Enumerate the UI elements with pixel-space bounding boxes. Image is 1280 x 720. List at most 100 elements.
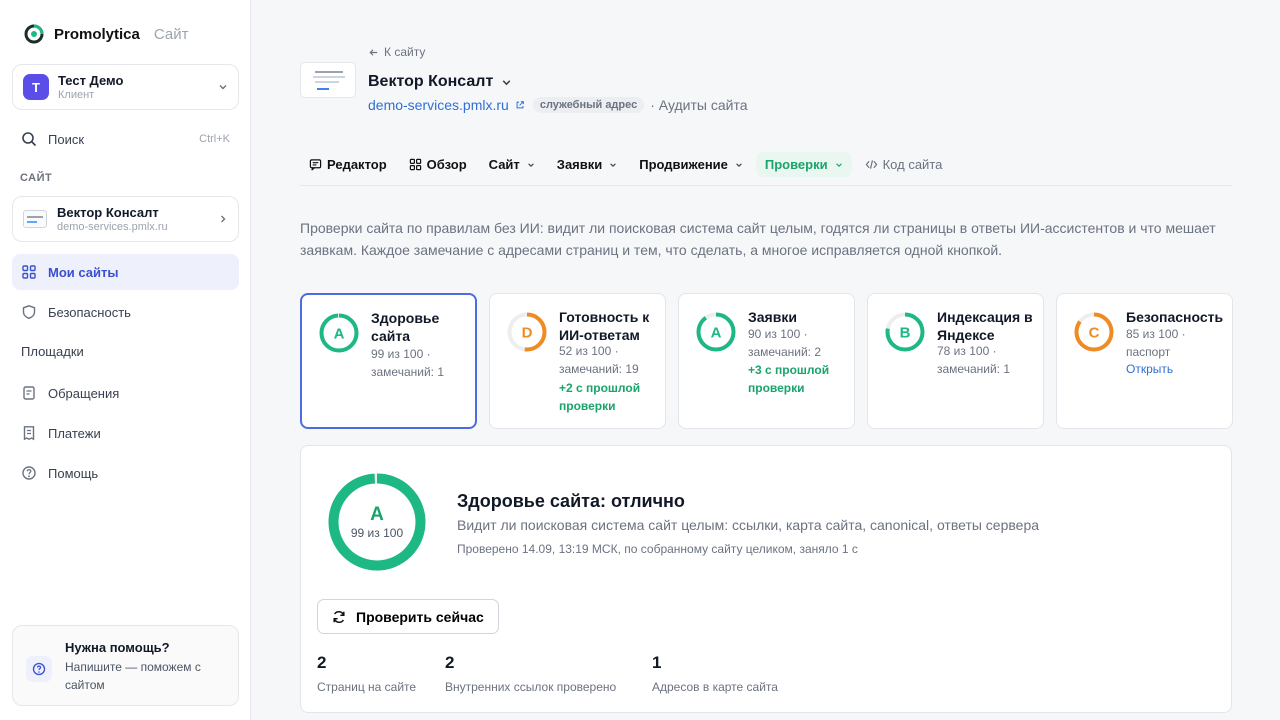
editor-icon <box>309 159 322 171</box>
stat-label: Внутренних ссылок проверено <box>445 680 617 694</box>
chevron-down-icon <box>835 162 842 167</box>
card-issues: замечаний: 1 <box>937 362 1011 376</box>
site-title-text: Вектор Консалт <box>368 73 494 90</box>
check-now-button[interactable]: Проверить сейчас <box>317 599 499 634</box>
site-tabs: Редактор Обзор Сайт Заявки Продвижение П… <box>300 152 1232 186</box>
grade-letter: C <box>1089 324 1100 341</box>
stat-value: 2 <box>317 653 327 672</box>
brand[interactable]: Promolytica Сайт <box>24 24 188 44</box>
tab-promotion[interactable]: Продвижение <box>630 152 752 177</box>
site-url: demo-services.pmlx.ru <box>57 221 168 233</box>
tab-overview[interactable]: Обзор <box>400 152 476 177</box>
card-delta: +3 с прошлой проверки <box>748 363 830 395</box>
tab-editor[interactable]: Редактор <box>300 152 396 177</box>
grade-letter: B <box>900 324 911 341</box>
chevron-down-icon <box>502 79 511 85</box>
breadcrumb-audits: · Аудиты сайта <box>650 97 748 113</box>
site-title[interactable]: Вектор Консалт <box>368 73 512 91</box>
chevron-right-icon <box>221 215 226 223</box>
tab-label: Продвижение <box>639 157 728 172</box>
tab-site[interactable]: Сайт <box>480 152 544 177</box>
tab-label: Обзор <box>426 157 467 172</box>
tab-label: Сайт <box>488 157 520 172</box>
site-name: Вектор Консалт <box>57 205 159 220</box>
card-score: 90 из 100 · <box>748 327 808 341</box>
section-caption: САЙТ <box>20 172 53 184</box>
sidebar-item-payments[interactable]: Платежи <box>12 415 239 451</box>
sidebar-item-label: Платежи <box>48 425 101 441</box>
search-label: Поиск <box>48 131 85 147</box>
check-now-label: Проверить сейчас <box>356 608 484 625</box>
help-card[interactable]: Нужна помощь? Напишите — поможем с сайто… <box>12 625 239 706</box>
check-card-yandex-indexing[interactable]: B Индексация в Яндексе 78 из 100 · замеч… <box>867 293 1044 429</box>
tab-checks[interactable]: Проверки <box>755 152 852 177</box>
chevron-down-icon <box>736 162 742 167</box>
site-preview-thumbnail[interactable] <box>300 62 356 98</box>
score-ring: C <box>1074 312 1114 352</box>
sidebar-item-label: Помощь <box>48 465 99 481</box>
sidebar-item-requests[interactable]: Обращения <box>12 375 239 411</box>
card-title: Безопасность <box>1126 309 1224 325</box>
search-shortcut: Ctrl+K <box>199 133 230 145</box>
site-thumbnail <box>23 210 47 228</box>
help-title: Нужна помощь? <box>65 640 170 655</box>
external-link-icon[interactable] <box>515 100 525 110</box>
help-icon <box>22 466 36 480</box>
sidebar-item-my-sites[interactable]: Мои сайты <box>12 254 239 290</box>
site-url-link[interactable]: demo-services.pmlx.ru <box>368 97 509 113</box>
check-card-ai-readiness[interactable]: D Готовность к ИИ-ответам 52 из 100 · за… <box>489 293 666 429</box>
brand-name: Promolytica <box>54 25 140 43</box>
chevron-down-icon <box>219 85 227 90</box>
sidebar-item-label: Обращения <box>48 385 120 401</box>
tab-label: Проверки <box>764 157 828 172</box>
shield-icon <box>22 305 36 320</box>
stat-value: 1 <box>652 653 662 672</box>
help-text: Напишите — поможем с сайтом <box>65 660 201 692</box>
intro-text: Проверки сайта по правилам без ИИ: видит… <box>300 220 1216 258</box>
score-ring: B <box>885 312 925 352</box>
tab-site-code[interactable]: Код сайта <box>856 152 952 177</box>
sidebar-item-label: Безопасность <box>48 304 131 320</box>
brand-suffix: Сайт <box>153 25 189 43</box>
search-icon <box>22 132 37 147</box>
code-icon <box>865 160 878 169</box>
stat-label: Страниц на сайте <box>317 680 417 694</box>
card-score: 78 из 100 · <box>937 344 997 358</box>
sidebar-item-platforms[interactable]: Площадки <box>21 344 84 359</box>
grade-letter: A <box>334 325 345 342</box>
refresh-icon <box>333 610 345 623</box>
card-issues: замечаний: 2 <box>748 345 822 359</box>
site-subtitle: demo-services.pmlx.ru служебный адрес · … <box>368 97 748 113</box>
tab-label: Код сайта <box>882 157 943 172</box>
account-switcher[interactable]: Т Тест Демо Клиент <box>12 64 239 110</box>
arrow-left-icon <box>369 48 378 56</box>
card-issues: замечаний: 1 <box>371 365 445 379</box>
panel-check-note: Проверено 14.09, 13:19 МСК, по собранном… <box>457 542 858 556</box>
sidebar-item-help[interactable]: Помощь <box>12 455 239 491</box>
back-link[interactable]: К сайту <box>368 45 425 59</box>
current-site-card[interactable]: Вектор Консалт demo-services.pmlx.ru <box>12 196 239 242</box>
grid-icon <box>22 265 36 279</box>
check-card-security[interactable]: C Безопасность 85 из 100 · паспорт Откры… <box>1056 293 1233 429</box>
sidebar: Promolytica Сайт Т Тест Демо Клиент Поис… <box>0 0 251 720</box>
score-ring: A <box>319 313 359 353</box>
panel-title: Здоровье сайта: отлично <box>457 491 685 511</box>
tab-requests[interactable]: Заявки <box>548 152 626 177</box>
sidebar-item-security[interactable]: Безопасность <box>12 294 239 330</box>
card-title: Индексация в Яндексе <box>937 309 1033 343</box>
card-score: 85 из 100 · <box>1126 327 1186 341</box>
stat-label: Адресов в карте сайта <box>652 680 778 694</box>
card-score: 52 из 100 · <box>559 344 619 358</box>
site-health-panel: A 99 из 100 Здоровье сайта: отлично Види… <box>300 445 1232 713</box>
card-title: Здоровье сайта <box>371 310 440 344</box>
check-card-requests[interactable]: A Заявки 90 из 100 · замечаний: 2 +3 с п… <box>678 293 855 429</box>
search-button[interactable]: Поиск Ctrl+K <box>12 122 239 156</box>
score-ring: A <box>696 312 736 352</box>
avatar: Т <box>23 74 49 100</box>
stat-value: 2 <box>445 653 455 672</box>
open-passport-link[interactable]: Открыть <box>1126 362 1173 376</box>
check-card-site-health[interactable]: A Здоровье сайта 99 из 100 · замечаний: … <box>300 293 477 429</box>
message-icon <box>23 386 35 400</box>
account-role: Клиент <box>58 89 95 101</box>
tab-label: Заявки <box>556 157 603 172</box>
